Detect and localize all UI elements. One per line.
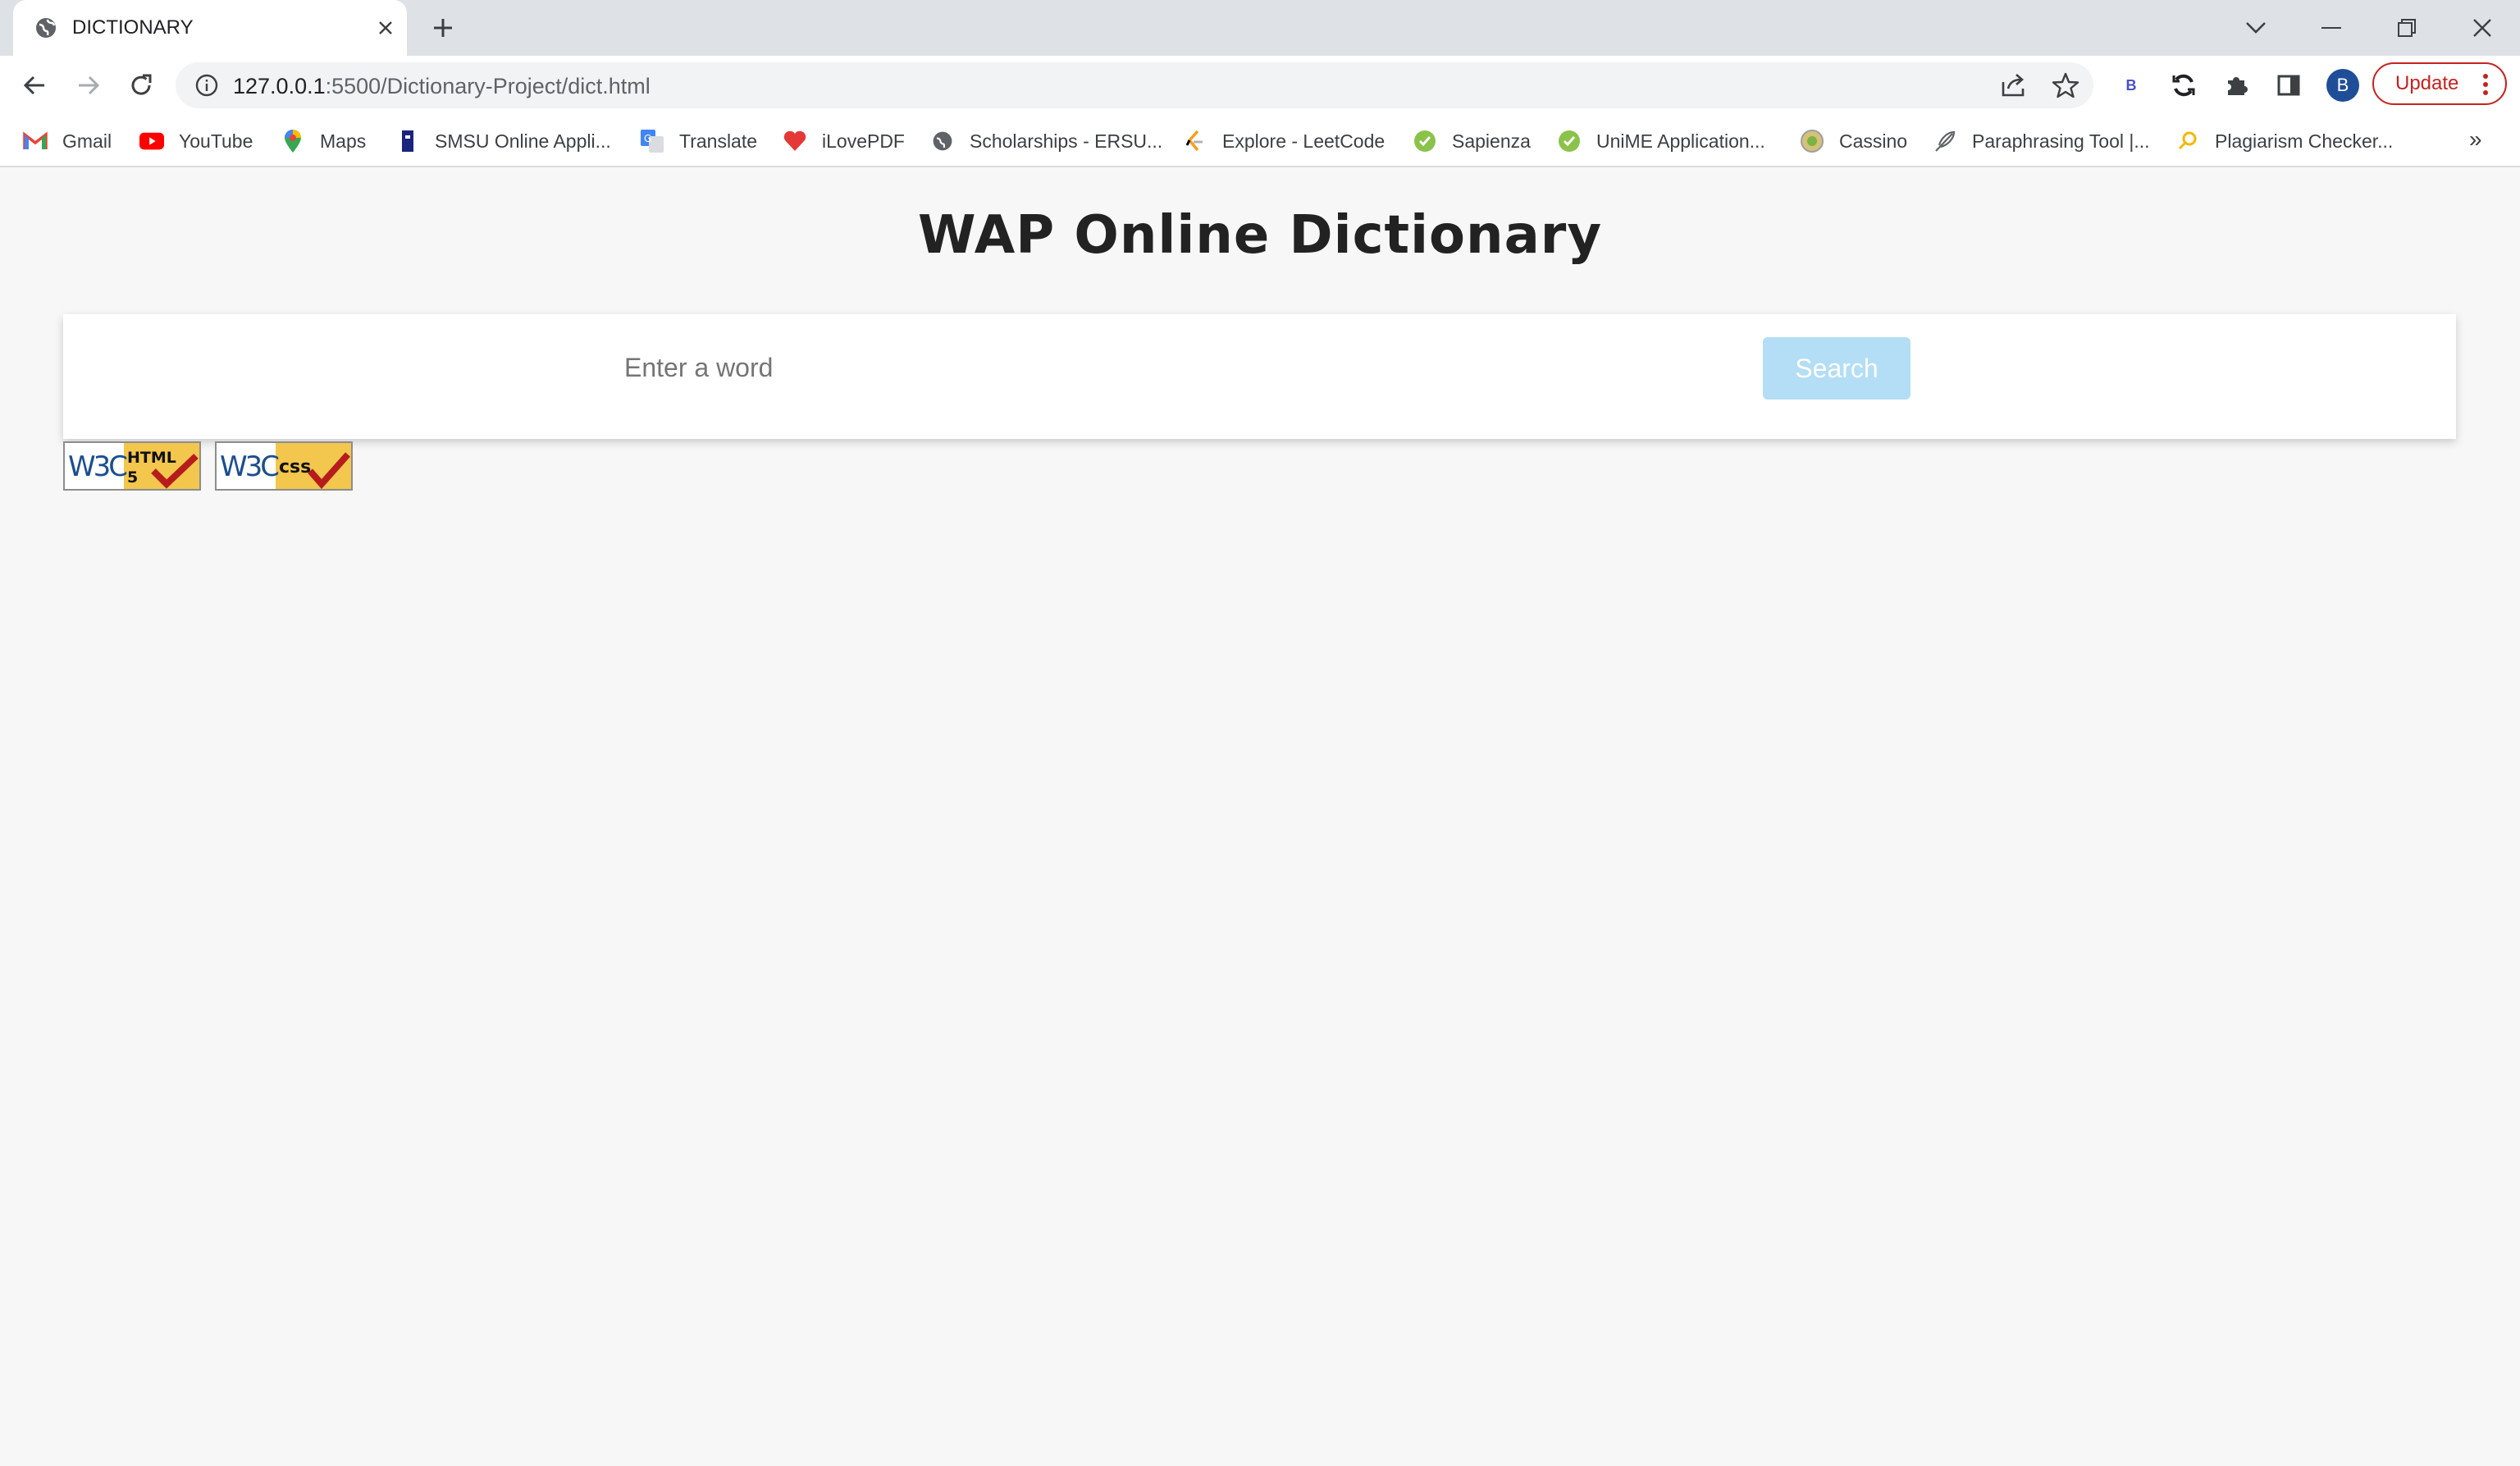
heart-icon: [783, 129, 807, 153]
w3c-css-badge[interactable]: W3C css: [215, 441, 353, 491]
bookmark-sapienza[interactable]: Sapienza: [1413, 126, 1531, 156]
bookmark-label: UniME Application...: [1596, 130, 1765, 152]
bookmark-scholarships[interactable]: Scholarships - ERSU...: [930, 126, 1162, 156]
bookmark-star-icon[interactable]: [2051, 71, 2080, 100]
bookmark-leetcode[interactable]: Explore - LeetCode: [1183, 126, 1385, 156]
bookmark-flag-icon: [395, 129, 420, 153]
html-version-label: 5: [127, 468, 138, 486]
reload-icon[interactable]: [123, 67, 159, 103]
w3c-logo-text: W3C: [220, 450, 278, 483]
restore-icon[interactable]: [2387, 8, 2426, 48]
w3c-html5-badge[interactable]: W3C HTML 5: [63, 441, 201, 491]
bookmark-label: Plagiarism Checker...: [2215, 130, 2394, 152]
extension-b-label: B: [2125, 76, 2137, 94]
tab-title: DICTIONARY: [72, 16, 194, 39]
profile-avatar[interactable]: B: [2326, 69, 2359, 102]
word-search-input[interactable]: [608, 337, 1764, 398]
css-label: css: [279, 457, 311, 477]
browser-tab[interactable]: DICTIONARY: [13, 0, 407, 56]
back-arrow-icon[interactable]: [16, 67, 52, 103]
sync-extension-icon[interactable]: [2169, 71, 2198, 100]
bookmark-label: SMSU Online Appli...: [435, 130, 611, 152]
extension-b-icon[interactable]: B: [2116, 71, 2146, 100]
bookmark-plagiarism[interactable]: Plagiarism Checker...: [2175, 126, 2393, 156]
svg-text:G: G: [644, 133, 651, 144]
forward-arrow-icon[interactable]: [71, 67, 107, 103]
translate-icon: G: [640, 129, 664, 153]
seal-icon: [1800, 129, 1824, 153]
magnifier-icon: [2175, 129, 2200, 153]
update-button[interactable]: Update: [2372, 62, 2507, 105]
tab-search-chevron-icon[interactable]: [2236, 8, 2276, 48]
bookmark-label: Gmail: [62, 130, 112, 152]
tab-strip: DICTIONARY: [0, 0, 2520, 56]
youtube-icon: [139, 129, 164, 153]
bookmark-label: iLovePDF: [822, 130, 905, 152]
bookmark-gmail[interactable]: Gmail: [23, 126, 112, 156]
bookmark-translate[interactable]: G Translate: [640, 126, 757, 156]
bookmark-label: Cassino: [1839, 130, 1908, 152]
bookmark-paraphrasing[interactable]: Paraphrasing Tool |...: [1933, 126, 2150, 156]
bookmark-smsu[interactable]: SMSU Online Appli...: [395, 126, 611, 156]
check-circle-icon: [1413, 129, 1437, 153]
window-close-icon[interactable]: [2463, 8, 2502, 48]
url-text[interactable]: 127.0.0.1:5500/Dictionary-Project/dict.h…: [233, 74, 651, 98]
page-title: WAP Online Dictionary: [917, 205, 1603, 266]
leetcode-icon: [1183, 129, 1208, 153]
share-icon[interactable]: [1998, 71, 2028, 100]
bookmark-label: Sapienza: [1452, 130, 1531, 152]
url-host: 127.0.0.1: [233, 74, 326, 98]
menu-dots-icon: [2483, 74, 2488, 95]
close-tab-icon[interactable]: [372, 15, 399, 41]
maps-icon: [281, 129, 305, 153]
w3c-logo-text: W3C: [68, 450, 126, 483]
site-info-icon[interactable]: [194, 72, 220, 98]
gmail-icon: [23, 129, 48, 153]
bookmark-label: Explore - LeetCode: [1222, 130, 1386, 152]
update-label: Update: [2395, 72, 2459, 94]
bookmark-label: YouTube: [179, 130, 253, 152]
browser-toolbar: 127.0.0.1:5500/Dictionary-Project/dict.h…: [0, 56, 2520, 115]
bookmark-label: Paraphrasing Tool |...: [1972, 130, 2150, 152]
globe-icon: [36, 18, 56, 38]
search-card: Search: [63, 314, 2456, 439]
side-panel-icon[interactable]: [2274, 71, 2303, 100]
check-circle-icon: [1557, 129, 1582, 153]
bookmark-label: Scholarships - ERSU...: [970, 130, 1163, 152]
bookmark-unime[interactable]: UniME Application...: [1557, 126, 1765, 156]
extensions-puzzle-icon[interactable]: [2221, 71, 2251, 100]
url-path: :5500/Dictionary-Project/dict.html: [325, 74, 651, 98]
bookmark-youtube[interactable]: YouTube: [139, 126, 253, 156]
more-bookmarks-chevron-icon[interactable]: »: [2469, 126, 2482, 153]
bookmark-label: Translate: [679, 130, 758, 152]
search-button[interactable]: Search: [1763, 337, 1911, 400]
feather-icon: [1933, 129, 1957, 153]
minimize-icon[interactable]: [2312, 8, 2351, 48]
address-bar[interactable]: 127.0.0.1:5500/Dictionary-Project/dict.h…: [176, 62, 2093, 108]
bookmark-label: Maps: [320, 130, 367, 152]
globe-icon: [930, 129, 955, 153]
bookmarks-bar: Gmail YouTube Maps SMSU Online Appli... …: [0, 115, 2520, 167]
bookmark-maps[interactable]: Maps: [281, 126, 366, 156]
bookmark-ilovepdf[interactable]: iLovePDF: [783, 126, 905, 156]
bookmark-cassino[interactable]: Cassino: [1800, 126, 1907, 156]
html-label: HTML: [127, 449, 176, 467]
new-tab-icon[interactable]: [428, 13, 458, 43]
